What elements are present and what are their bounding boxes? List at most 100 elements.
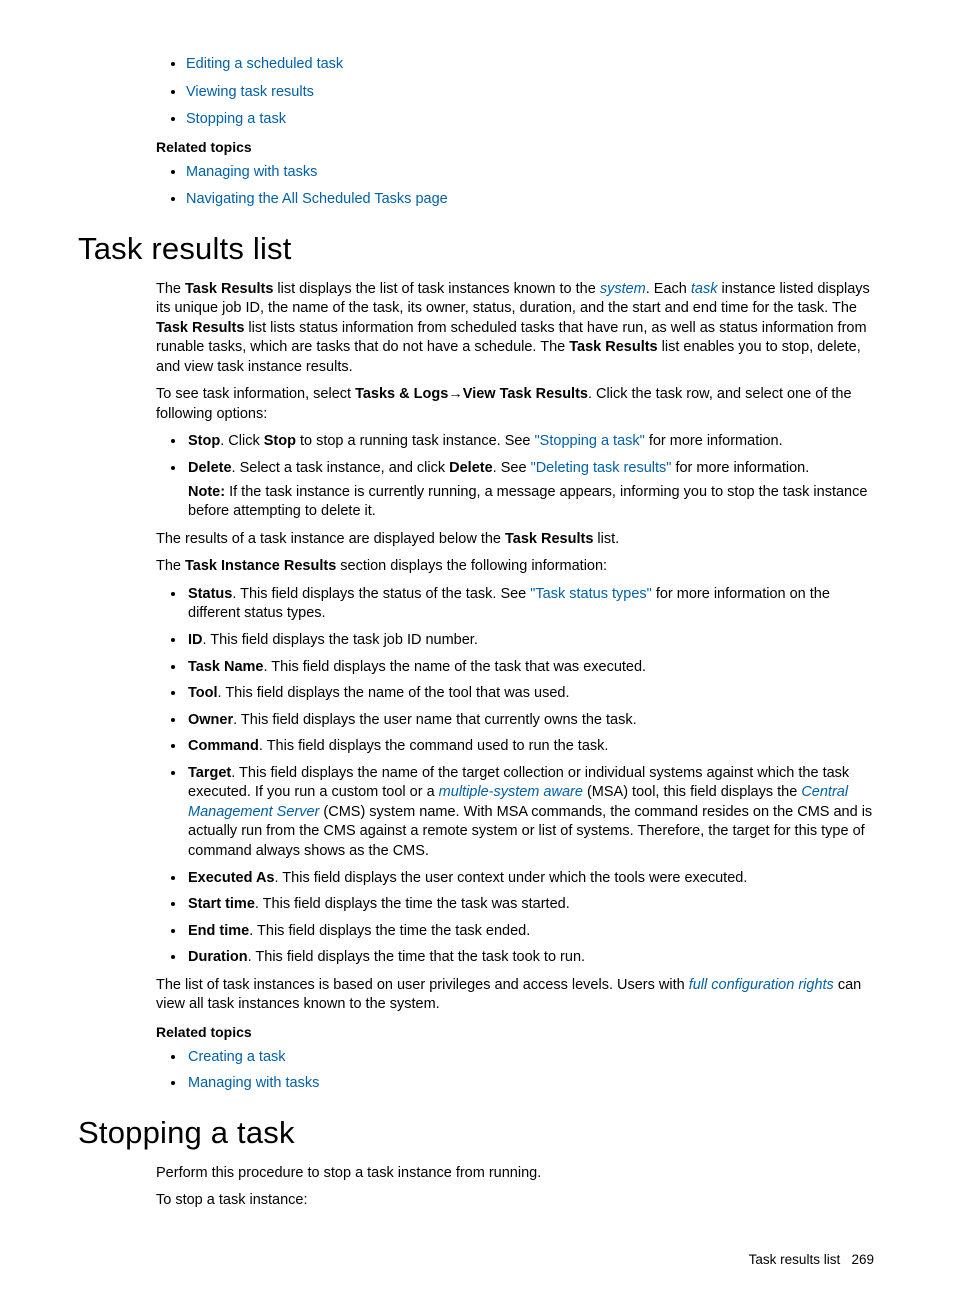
glossary-link-multiple-system-aware[interactable]: multiple-system aware bbox=[439, 784, 583, 800]
text: To see task information, select bbox=[156, 386, 355, 402]
text: . This field displays the name of the to… bbox=[218, 685, 570, 701]
related-topics-list: Managing with tasks Navigating the All S… bbox=[78, 163, 876, 210]
field-name: Status bbox=[188, 586, 232, 602]
text: . This field displays the name of the ta… bbox=[264, 659, 647, 675]
heading-task-results-list: Task results list bbox=[78, 228, 876, 270]
text: list displays the list of task instances… bbox=[273, 281, 599, 297]
text: . Click bbox=[220, 433, 264, 449]
list-item-owner: Owner. This field displays the user name… bbox=[186, 711, 876, 731]
term-task-results: Task Results bbox=[569, 339, 657, 355]
ui-label-delete: Delete bbox=[449, 460, 493, 476]
list-item: Managing with tasks bbox=[186, 1074, 876, 1094]
list-item: Managing with tasks bbox=[186, 163, 876, 183]
list-item: Editing a scheduled task bbox=[186, 55, 876, 75]
text: . This field displays the time the task … bbox=[249, 923, 530, 939]
list-item-executed-as: Executed As. This field displays the use… bbox=[186, 869, 876, 889]
list-item: Creating a task bbox=[186, 1048, 876, 1068]
term-task-results: Task Results bbox=[185, 281, 273, 297]
link-managing-with-tasks[interactable]: Managing with tasks bbox=[186, 164, 317, 180]
related-topics-heading: Related topics bbox=[156, 138, 876, 157]
text: for more information. bbox=[645, 433, 783, 449]
paragraph: To stop a task instance: bbox=[156, 1191, 876, 1211]
section-body: The Task Results list displays the list … bbox=[156, 280, 876, 1094]
text: . This field displays the user name that… bbox=[233, 712, 637, 728]
link-managing-with-tasks[interactable]: Managing with tasks bbox=[188, 1075, 319, 1091]
glossary-link-task[interactable]: task bbox=[691, 281, 718, 297]
note-label: Note: bbox=[188, 484, 225, 500]
link-navigating-all-scheduled-tasks[interactable]: Navigating the All Scheduled Tasks page bbox=[186, 191, 448, 207]
field-name: End time bbox=[188, 923, 249, 939]
section-body: Perform this procedure to stop a task in… bbox=[156, 1164, 876, 1211]
text: . See bbox=[493, 460, 531, 476]
term-task-results: Task Results bbox=[505, 531, 593, 547]
field-name: Command bbox=[188, 738, 259, 754]
glossary-link-system[interactable]: system bbox=[600, 281, 646, 297]
link-creating-a-task[interactable]: Creating a task bbox=[188, 1049, 286, 1065]
text: for more information. bbox=[671, 460, 809, 476]
list-item-command: Command. This field displays the command… bbox=[186, 737, 876, 757]
text: . Each bbox=[646, 281, 691, 297]
list-item-duration: Duration. This field displays the time t… bbox=[186, 948, 876, 968]
heading-stopping-a-task: Stopping a task bbox=[78, 1112, 876, 1154]
list-item-status: Status. This field displays the status o… bbox=[186, 585, 876, 624]
list-item-id: ID. This field displays the task job ID … bbox=[186, 631, 876, 651]
field-name: Tool bbox=[188, 685, 218, 701]
document-page: Editing a scheduled task Viewing task re… bbox=[0, 0, 954, 1299]
text: The results of a task instance are displ… bbox=[156, 531, 505, 547]
paragraph: The Task Instance Results section displa… bbox=[156, 557, 876, 577]
list-item: Stopping a task bbox=[186, 110, 876, 130]
related-topics-heading: Related topics bbox=[156, 1023, 876, 1042]
field-name: Task Name bbox=[188, 659, 264, 675]
glossary-link-full-configuration-rights[interactable]: full configuration rights bbox=[689, 977, 834, 993]
link-stopping-a-task[interactable]: "Stopping a task" bbox=[535, 433, 645, 449]
field-name: Target bbox=[188, 765, 231, 781]
list-item: Navigating the All Scheduled Tasks page bbox=[186, 190, 876, 210]
text: . This field displays the status of the … bbox=[232, 586, 530, 602]
text: (MSA) tool, this field displays the bbox=[583, 784, 801, 800]
term-task-instance-results: Task Instance Results bbox=[185, 558, 336, 574]
paragraph: To see task information, select Tasks & … bbox=[156, 385, 876, 424]
paragraph: The results of a task instance are displ… bbox=[156, 530, 876, 550]
paragraph: Perform this procedure to stop a task in… bbox=[156, 1164, 876, 1184]
arrow-icon: → bbox=[448, 386, 463, 402]
list-item-stop: Stop. Click Stop to stop a running task … bbox=[186, 432, 876, 452]
top-link-list: Editing a scheduled task Viewing task re… bbox=[78, 55, 876, 130]
field-name: Executed As bbox=[188, 870, 275, 886]
field-name: Start time bbox=[188, 896, 255, 912]
list-item-end-time: End time. This field displays the time t… bbox=[186, 922, 876, 942]
link-viewing-task-results[interactable]: Viewing task results bbox=[186, 84, 314, 100]
option-label: Stop bbox=[188, 433, 220, 449]
list-item-tool: Tool. This field displays the name of th… bbox=[186, 684, 876, 704]
text: . This field displays the time that the … bbox=[248, 949, 585, 965]
options-list: Stop. Click Stop to stop a running task … bbox=[156, 432, 876, 521]
footer-title: Task results list bbox=[749, 1252, 841, 1267]
text: . This field displays the user context u… bbox=[275, 870, 748, 886]
field-name: ID bbox=[188, 632, 203, 648]
link-deleting-task-results[interactable]: "Deleting task results" bbox=[531, 460, 672, 476]
text: The bbox=[156, 558, 185, 574]
note-block: Note: If the task instance is currently … bbox=[188, 483, 876, 522]
link-stopping-a-task[interactable]: Stopping a task bbox=[186, 111, 286, 127]
note-text: If the task instance is currently runnin… bbox=[188, 484, 867, 520]
fields-list: Status. This field displays the status o… bbox=[156, 585, 876, 968]
page-footer: Task results list 269 bbox=[78, 1251, 876, 1269]
list-item-task-name: Task Name. This field displays the name … bbox=[186, 658, 876, 678]
field-name: Owner bbox=[188, 712, 233, 728]
menu-path-tasks-logs: Tasks & Logs bbox=[355, 386, 448, 402]
term-task-results: Task Results bbox=[156, 320, 244, 336]
text: The list of task instances is based on u… bbox=[156, 977, 689, 993]
list-item-target: Target. This field displays the name of … bbox=[186, 764, 876, 862]
text: list. bbox=[593, 531, 619, 547]
text: to stop a running task instance. See bbox=[296, 433, 535, 449]
text: . This field displays the task job ID nu… bbox=[203, 632, 478, 648]
link-task-status-types[interactable]: "Task status types" bbox=[530, 586, 652, 602]
field-name: Duration bbox=[188, 949, 248, 965]
page-number: 269 bbox=[851, 1252, 874, 1267]
list-item: Viewing task results bbox=[186, 83, 876, 103]
text: . This field displays the time the task … bbox=[255, 896, 570, 912]
ui-label-stop: Stop bbox=[264, 433, 296, 449]
link-editing-scheduled-task[interactable]: Editing a scheduled task bbox=[186, 56, 343, 72]
list-item-start-time: Start time. This field displays the time… bbox=[186, 895, 876, 915]
menu-path-view-task-results: View Task Results bbox=[463, 386, 588, 402]
text: section displays the following informati… bbox=[336, 558, 607, 574]
